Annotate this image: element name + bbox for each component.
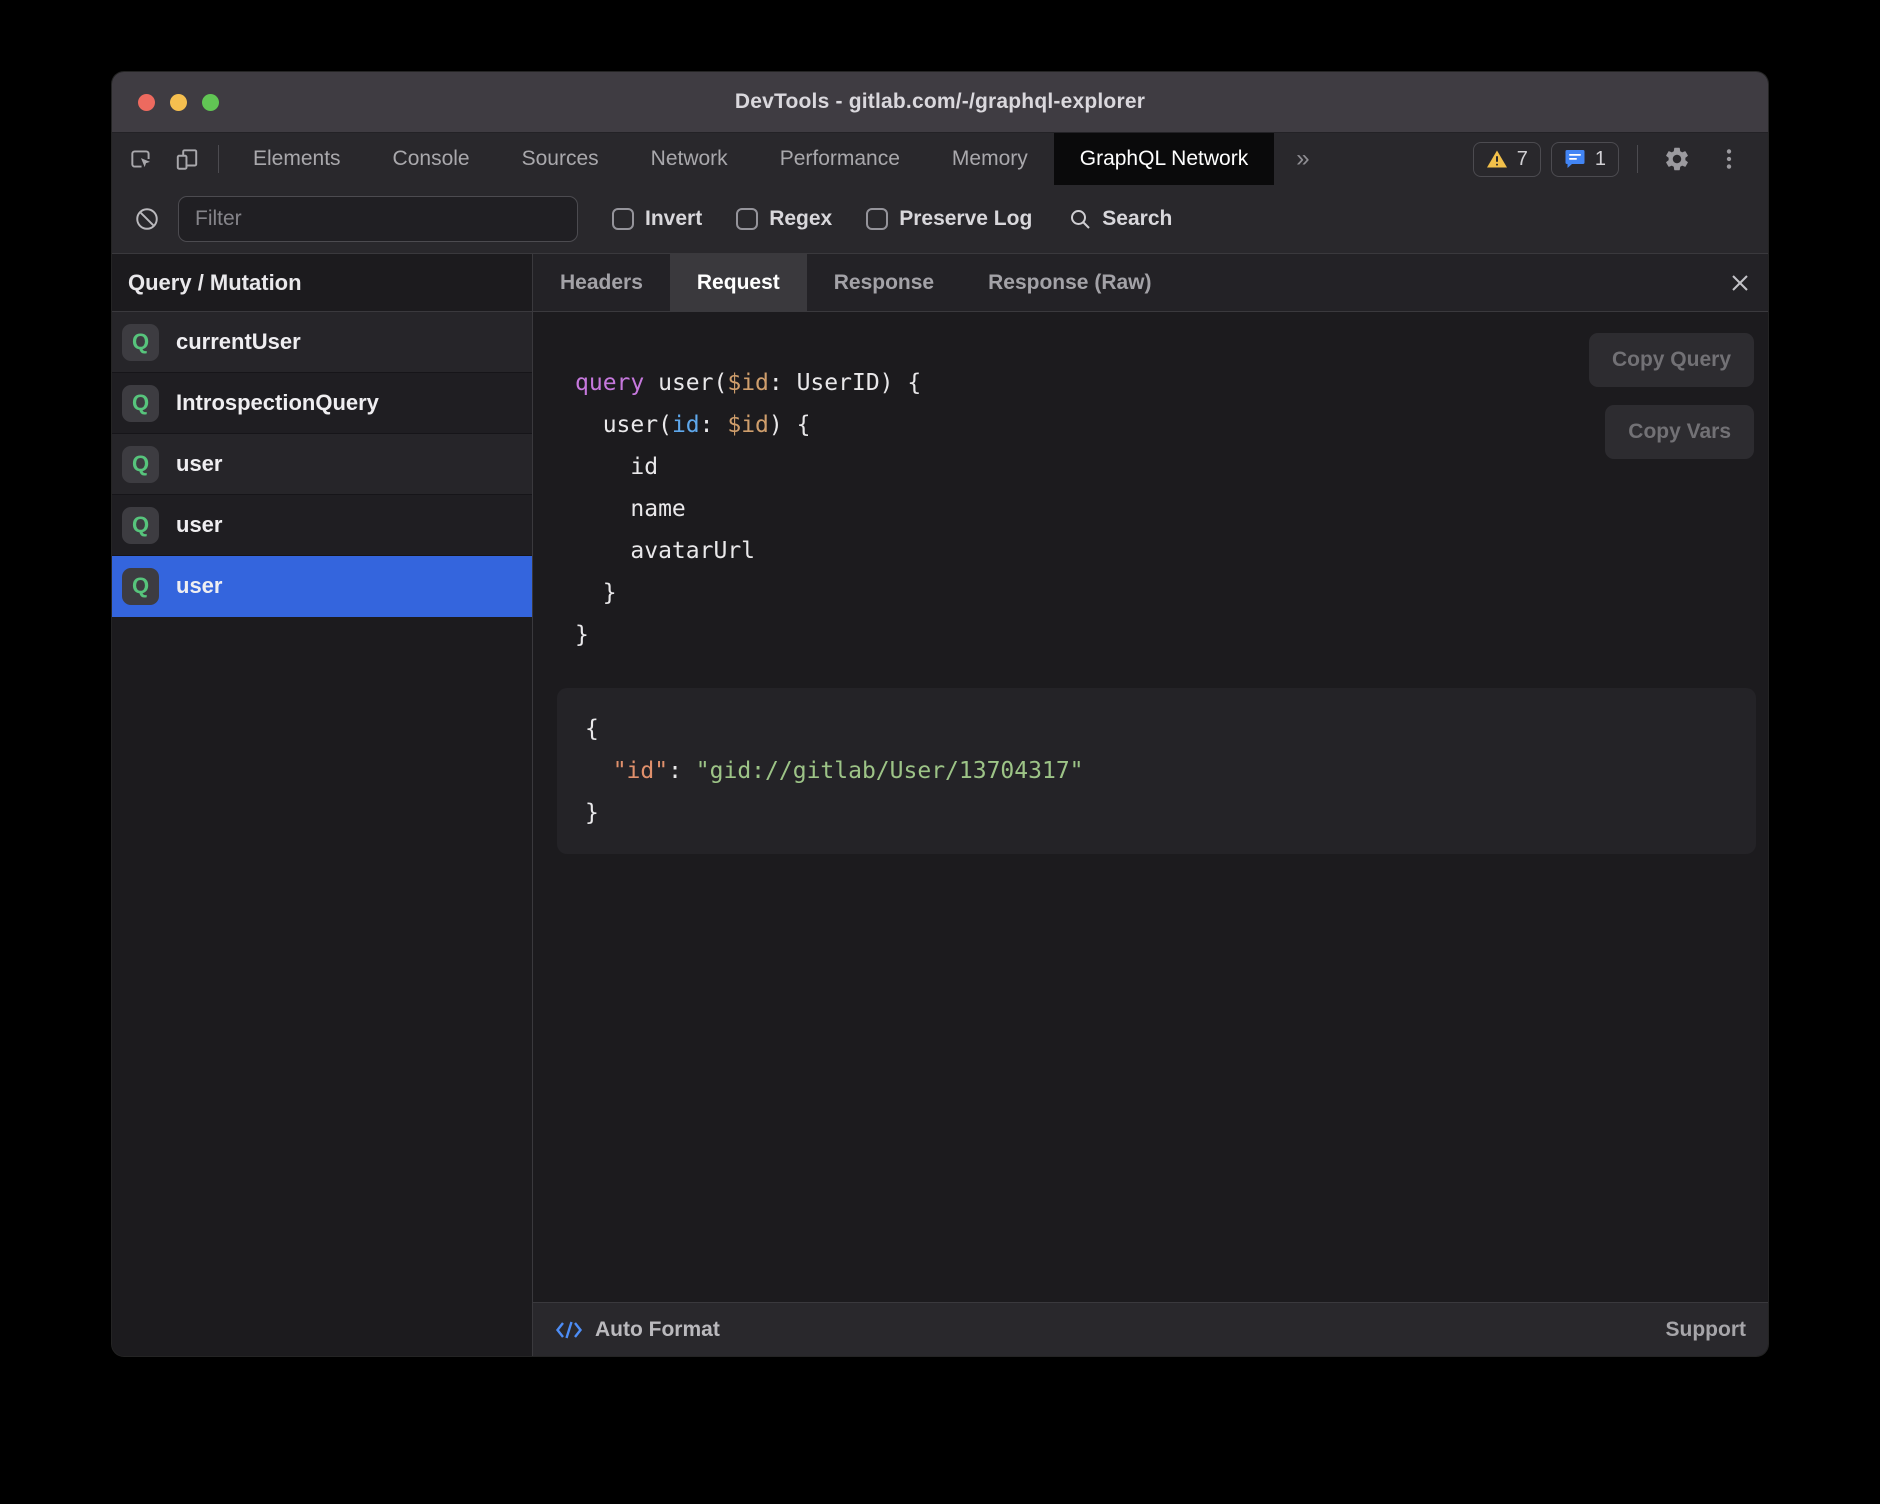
issues-badge[interactable]: 1 xyxy=(1551,142,1619,177)
kebab-menu-icon xyxy=(1716,146,1742,172)
auto-format-label: Auto Format xyxy=(595,1318,720,1342)
invert-checkbox[interactable] xyxy=(612,208,634,230)
list-item-label: user xyxy=(176,451,222,477)
list-item-user-2[interactable]: Q user xyxy=(112,495,532,556)
badges-divider xyxy=(1637,145,1638,173)
variables-box: { "id": "gid://gitlab/User/13704317"} xyxy=(557,688,1756,854)
list-item-user-3-selected[interactable]: Q user xyxy=(112,556,532,617)
regex-checkbox[interactable] xyxy=(736,208,758,230)
query-list: Q currentUser Q IntrospectionQuery Q use… xyxy=(112,312,532,617)
query-type-badge: Q xyxy=(122,385,159,422)
tab-elements[interactable]: Elements xyxy=(227,133,367,185)
detail-tabbar: Headers Request Response Response (Raw) xyxy=(533,254,1768,312)
detail-tab-response-raw[interactable]: Response (Raw) xyxy=(961,254,1178,311)
invert-label: Invert xyxy=(645,207,702,231)
list-item-label: currentUser xyxy=(176,329,301,355)
list-item-currentuser[interactable]: Q currentUser xyxy=(112,312,532,373)
search-label: Search xyxy=(1102,207,1172,231)
tab-network[interactable]: Network xyxy=(625,133,754,185)
detail-tab-headers[interactable]: Headers xyxy=(533,254,670,311)
clear-filter-button[interactable] xyxy=(130,198,164,240)
request-body: query user($id: UserID) { user(id: $id) … xyxy=(533,312,1768,1302)
support-link[interactable]: Support xyxy=(1666,1318,1746,1342)
close-icon xyxy=(1728,271,1752,295)
tab-graphql-network[interactable]: GraphQL Network xyxy=(1054,133,1274,185)
detail-tab-request[interactable]: Request xyxy=(670,254,807,311)
query-list-panel: Query / Mutation Q currentUser Q Introsp… xyxy=(112,254,533,1356)
window-title: DevTools - gitlab.com/-/graphql-explorer xyxy=(112,90,1768,114)
list-item-label: user xyxy=(176,573,222,599)
issues-count: 1 xyxy=(1595,148,1606,171)
list-item-label: user xyxy=(176,512,222,538)
list-item-label: IntrospectionQuery xyxy=(176,390,379,416)
toolbar-divider xyxy=(218,145,219,173)
inspect-element-button[interactable] xyxy=(118,133,164,185)
message-bubble-icon xyxy=(1564,148,1586,170)
variables-code: { "id": "gid://gitlab/User/13704317"} xyxy=(585,708,1728,834)
query-type-badge: Q xyxy=(122,324,159,361)
sidebar-header: Query / Mutation xyxy=(112,254,532,312)
code-brackets-icon xyxy=(555,1318,583,1342)
warning-triangle-icon xyxy=(1486,149,1508,169)
devtools-window: DevTools - gitlab.com/-/graphql-explorer… xyxy=(112,72,1768,1356)
regex-label: Regex xyxy=(769,207,832,231)
detail-statusbar: Auto Format Support xyxy=(533,1302,1768,1356)
main-split: Query / Mutation Q currentUser Q Introsp… xyxy=(112,254,1768,1356)
filter-input[interactable] xyxy=(178,196,578,242)
detail-tab-response[interactable]: Response xyxy=(807,254,961,311)
copy-vars-button[interactable]: Copy Vars xyxy=(1605,405,1754,459)
preserve-log-label: Preserve Log xyxy=(899,207,1032,231)
invert-checkbox-group[interactable]: Invert xyxy=(612,207,702,231)
tabbar-right-controls: 7 1 xyxy=(1473,133,1768,185)
block-icon xyxy=(134,206,160,232)
preserve-log-checkbox-group[interactable]: Preserve Log xyxy=(866,207,1032,231)
list-item-introspectionquery[interactable]: Q IntrospectionQuery xyxy=(112,373,532,434)
preserve-log-checkbox[interactable] xyxy=(866,208,888,230)
request-detail-panel: Headers Request Response Response (Raw) … xyxy=(533,254,1768,1356)
warnings-count: 7 xyxy=(1517,148,1528,171)
list-item-user-1[interactable]: Q user xyxy=(112,434,532,495)
query-type-badge: Q xyxy=(122,446,159,483)
regex-checkbox-group[interactable]: Regex xyxy=(736,207,832,231)
query-type-badge: Q xyxy=(122,507,159,544)
close-panel-button[interactable] xyxy=(1712,254,1768,311)
query-type-badge: Q xyxy=(122,568,159,605)
query-code: query user($id: UserID) { user(id: $id) … xyxy=(575,362,1768,656)
auto-format-button[interactable]: Auto Format xyxy=(555,1318,720,1342)
devtools-tabbar: Elements Console Sources Network Perform… xyxy=(112,133,1768,185)
tab-console[interactable]: Console xyxy=(367,133,496,185)
filter-toolbar: Invert Regex Preserve Log Search xyxy=(112,185,1768,254)
settings-gear-button[interactable] xyxy=(1656,138,1698,180)
search-button[interactable]: Search xyxy=(1068,207,1172,231)
window-titlebar: DevTools - gitlab.com/-/graphql-explorer xyxy=(112,72,1768,133)
gear-icon xyxy=(1663,145,1691,173)
warnings-badge[interactable]: 7 xyxy=(1473,142,1541,177)
device-toolbar-icon xyxy=(174,146,200,172)
search-icon xyxy=(1068,207,1092,231)
more-tabs-button[interactable]: » xyxy=(1274,133,1331,185)
tab-memory[interactable]: Memory xyxy=(926,133,1054,185)
tab-sources[interactable]: Sources xyxy=(496,133,625,185)
inspect-cursor-icon xyxy=(128,146,154,172)
copy-query-button[interactable]: Copy Query xyxy=(1589,333,1754,387)
device-toolbar-button[interactable] xyxy=(164,133,210,185)
kebab-menu-button[interactable] xyxy=(1708,138,1750,180)
tab-performance[interactable]: Performance xyxy=(754,133,926,185)
